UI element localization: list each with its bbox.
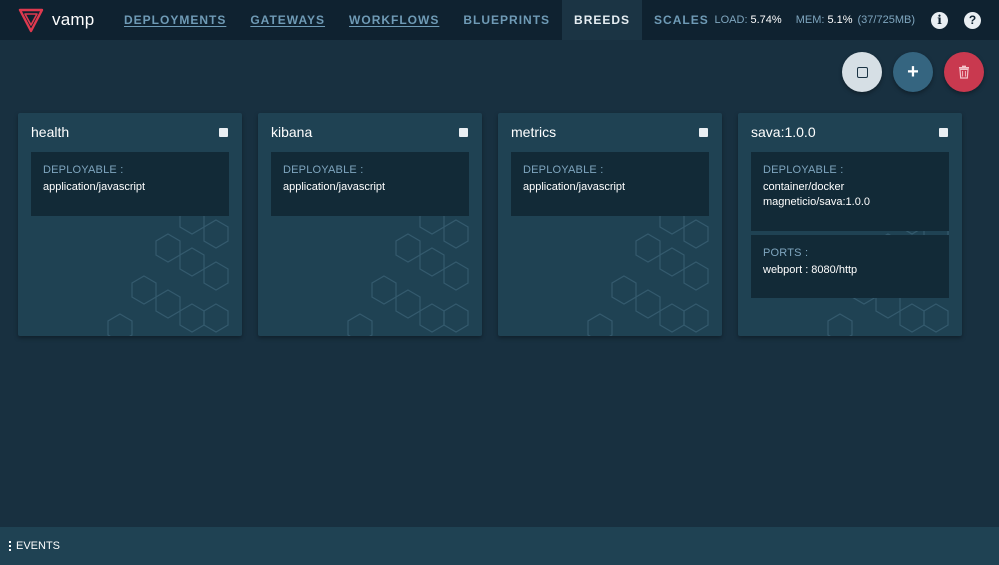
ports-label: PORTS : <box>763 247 809 259</box>
nav-blueprints[interactable]: BLUEPRINTS <box>451 0 562 40</box>
deployable-value: application/javascript <box>283 181 386 193</box>
delete-button[interactable] <box>944 52 984 92</box>
deployable-value: application/javascript <box>523 181 626 193</box>
help-icon[interactable]: ? <box>964 11 981 29</box>
nav-workflows[interactable]: WORKFLOWS <box>337 0 451 40</box>
breed-card[interactable]: health DEPLOYABLE : application/javascri… <box>18 113 242 336</box>
ports-section: PORTS : webport : 8080/http <box>751 235 949 298</box>
nav-scales[interactable]: SCALES <box>642 0 721 40</box>
nav-label: BREEDS <box>574 13 631 27</box>
square-icon <box>856 66 868 78</box>
deployable-value: magneticio/sava:1.0.0 <box>763 196 871 208</box>
mem-label: MEM: <box>795 14 825 26</box>
breed-select-checkbox[interactable] <box>699 128 708 137</box>
nav-deployments[interactable]: DEPLOYMENTS <box>112 0 238 40</box>
breed-name: sava:1.0.0 <box>751 124 816 140</box>
load-label: LOAD: <box>714 14 748 26</box>
breed-name: health <box>31 124 70 140</box>
plus-icon: + <box>907 61 919 83</box>
select-all-button[interactable] <box>842 52 882 92</box>
deployable-value: container/docker <box>763 181 845 193</box>
deployable-section: DEPLOYABLE : application/javascript <box>511 152 709 216</box>
top-nav-bar: vamp DEPLOYMENTS GATEWAYS WORKFLOWS BLUE… <box>0 0 999 40</box>
nav-label: DEPLOYMENTS <box>124 13 227 27</box>
deployable-value: application/javascript <box>43 181 146 193</box>
ports-value: webport : 8080/http <box>763 264 858 276</box>
nav-label: WORKFLOWS <box>349 13 440 27</box>
hexagon-pattern-icon <box>347 205 469 336</box>
deployable-label: DEPLOYABLE : <box>523 164 604 176</box>
vamp-logo-icon <box>18 8 44 33</box>
events-label: EVENTS <box>16 540 61 552</box>
main-nav: DEPLOYMENTS GATEWAYS WORKFLOWS BLUEPRINT… <box>112 0 721 40</box>
nav-gateways[interactable]: GATEWAYS <box>238 0 337 40</box>
nav-label: GATEWAYS <box>250 13 326 27</box>
system-stats: LOAD: 5.74% MEM: 5.1% (37/725MB) i ? <box>714 0 981 40</box>
deployable-label: DEPLOYABLE : <box>43 164 124 176</box>
breed-select-checkbox[interactable] <box>459 128 468 137</box>
mem-value: 5.1% <box>827 14 853 26</box>
breed-card[interactable]: sava:1.0.0 DEPLOYABLE : container/docker… <box>738 113 962 336</box>
breed-select-checkbox[interactable] <box>219 128 228 137</box>
kebab-icon <box>9 540 11 552</box>
breed-name: kibana <box>271 124 313 140</box>
info-icon[interactable]: i <box>931 11 948 29</box>
mem-detail: (37/725MB) <box>857 14 915 26</box>
hexagon-pattern-icon <box>107 205 229 336</box>
trash-icon <box>959 65 969 79</box>
nav-label: BLUEPRINTS <box>463 13 551 27</box>
add-breed-button[interactable]: + <box>893 52 933 92</box>
load-value: 5.74% <box>750 14 782 26</box>
brand-name: vamp <box>52 10 95 29</box>
breed-card[interactable]: metrics DEPLOYABLE : application/javascr… <box>498 113 722 336</box>
deployable-section: DEPLOYABLE : container/docker magneticio… <box>751 152 949 231</box>
hexagon-pattern-icon <box>587 205 709 336</box>
brand[interactable]: vamp <box>0 0 112 40</box>
nav-label: SCALES <box>654 13 709 27</box>
breed-name: metrics <box>511 124 557 140</box>
deployable-section: DEPLOYABLE : application/javascript <box>271 152 469 216</box>
deployable-label: DEPLOYABLE : <box>763 164 844 176</box>
events-bar[interactable]: EVENTS <box>0 527 999 565</box>
nav-breeds[interactable]: BREEDS <box>562 0 643 40</box>
breed-card[interactable]: kibana DEPLOYABLE : application/javascri… <box>258 113 482 336</box>
deployable-section: DEPLOYABLE : application/javascript <box>31 152 229 216</box>
deployable-label: DEPLOYABLE : <box>283 164 364 176</box>
breed-select-checkbox[interactable] <box>939 128 948 137</box>
